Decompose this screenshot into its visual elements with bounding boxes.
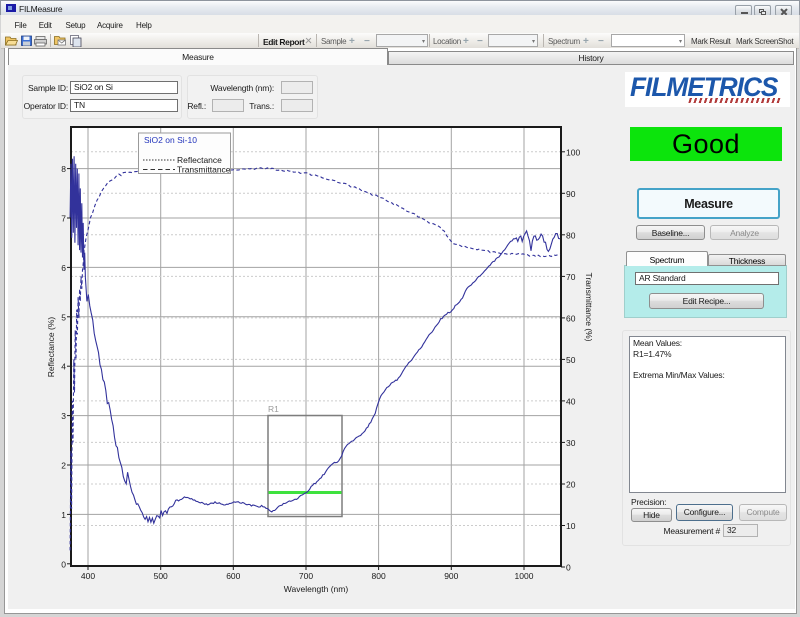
svg-text:80: 80 xyxy=(566,230,576,240)
svg-text:900: 900 xyxy=(444,571,458,581)
svg-text:R1: R1 xyxy=(268,404,279,414)
svg-text:40: 40 xyxy=(566,396,576,406)
svg-text:1000: 1000 xyxy=(515,571,534,581)
svg-text:Reflectance: Reflectance xyxy=(177,155,222,165)
svg-text:Transmittance (%): Transmittance (%) xyxy=(584,272,594,341)
svg-text:400: 400 xyxy=(81,571,95,581)
svg-text:70: 70 xyxy=(566,272,576,282)
svg-text:30: 30 xyxy=(566,438,576,448)
svg-text:100: 100 xyxy=(566,147,580,157)
svg-text:0: 0 xyxy=(61,559,66,569)
svg-text:Reflectance (%): Reflectance (%) xyxy=(46,317,56,378)
svg-text:6: 6 xyxy=(61,263,66,273)
svg-text:7: 7 xyxy=(61,214,66,224)
svg-text:90: 90 xyxy=(566,189,576,199)
svg-text:Transmittance: Transmittance xyxy=(177,165,231,175)
svg-text:0: 0 xyxy=(566,563,571,573)
svg-text:600: 600 xyxy=(226,571,240,581)
svg-text:SiO2 on Si-10: SiO2 on Si-10 xyxy=(144,135,197,145)
svg-text:20: 20 xyxy=(566,480,576,490)
svg-text:700: 700 xyxy=(299,571,313,581)
svg-text:2: 2 xyxy=(61,461,66,471)
svg-text:500: 500 xyxy=(154,571,168,581)
svg-text:10: 10 xyxy=(566,521,576,531)
svg-text:1: 1 xyxy=(61,510,66,520)
svg-text:Wavelength (nm): Wavelength (nm) xyxy=(284,584,349,594)
svg-text:8: 8 xyxy=(61,164,66,174)
svg-text:60: 60 xyxy=(566,313,576,323)
svg-text:800: 800 xyxy=(372,571,386,581)
svg-text:50: 50 xyxy=(566,355,576,365)
svg-text:5: 5 xyxy=(61,312,66,322)
svg-text:4: 4 xyxy=(61,362,66,372)
svg-text:3: 3 xyxy=(61,411,66,421)
